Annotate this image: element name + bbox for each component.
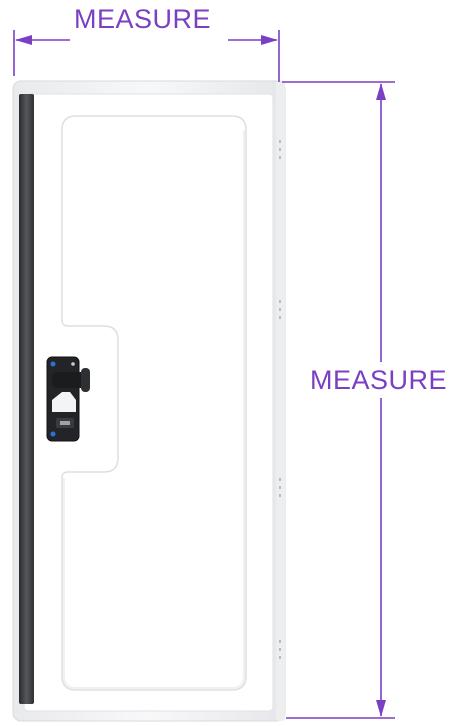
hinge-strip bbox=[19, 94, 34, 704]
width-measure-label: MEASURE bbox=[74, 4, 212, 34]
height-measure-label: MEASURE bbox=[310, 365, 448, 395]
width-dimension bbox=[13, 30, 280, 82]
door-dimension-diagram bbox=[12, 30, 395, 722]
height-dimension bbox=[282, 81, 395, 719]
